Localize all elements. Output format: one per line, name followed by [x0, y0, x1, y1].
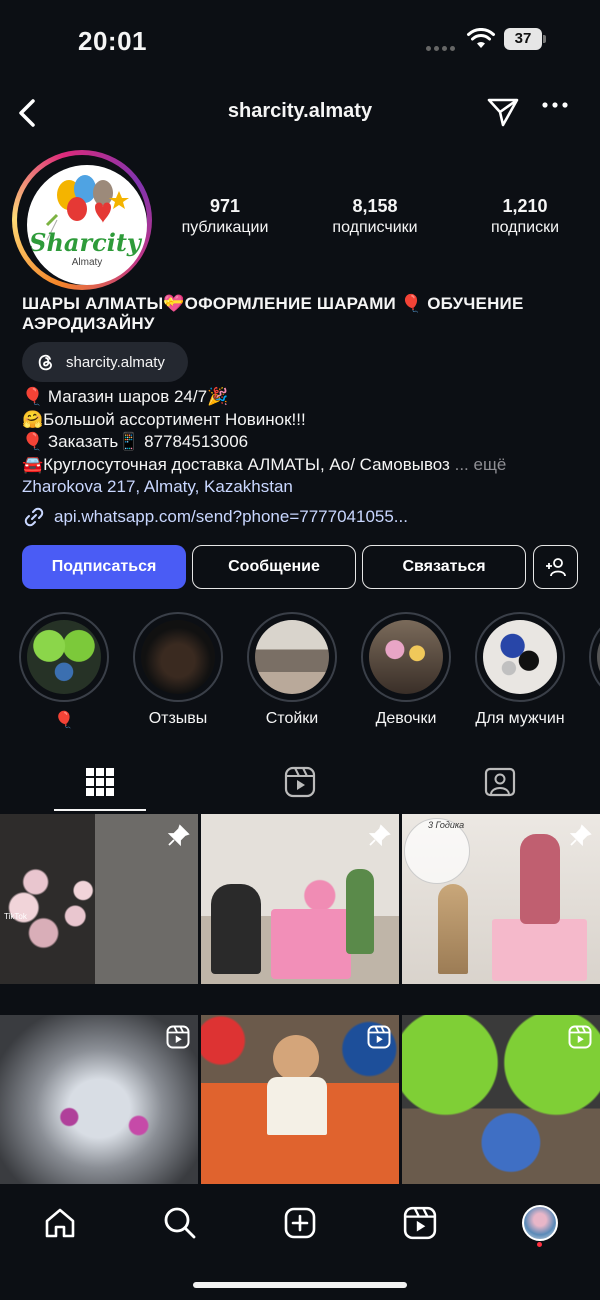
bottom-navigation	[0, 1184, 600, 1300]
highlight-label: Стойки	[265, 710, 319, 727]
contact-button[interactable]: Связаться	[362, 545, 526, 589]
highlight-label: Девочки	[375, 710, 437, 727]
wifi-icon	[467, 28, 495, 48]
nav-profile[interactable]	[510, 1198, 570, 1248]
tab-tagged[interactable]	[455, 752, 545, 812]
tab-grid[interactable]	[55, 752, 145, 812]
nav-search[interactable]	[150, 1198, 210, 1248]
notification-dot	[537, 1242, 542, 1247]
bio-line: 🎈 Магазин шаров 24/7🎉	[22, 387, 229, 406]
bio-line: 🚘Круглосуточная доставка АЛМАТЫ, Ао/ Сам…	[22, 454, 450, 474]
profile-tabs	[0, 752, 600, 812]
threads-icon	[38, 354, 52, 371]
tagged-icon	[484, 767, 516, 797]
post-thumbnail[interactable]	[402, 1015, 600, 1184]
nav-home[interactable]	[30, 1198, 90, 1248]
bio-line: 🤗Большой ассортимент Новинок!!!	[22, 409, 306, 429]
post-thumbnail[interactable]	[0, 1015, 198, 1184]
battery-level: 37	[504, 28, 542, 50]
highlight-item[interactable]: Стойки	[237, 612, 347, 728]
brand-logo-text: Sharcity	[29, 228, 143, 257]
story-highlights: 🎈 Отзывы Стойки Девочки Для мужчин	[0, 612, 600, 732]
highlight-item[interactable]: Отзывы	[123, 612, 233, 728]
highlight-item[interactable]: 🎈	[9, 612, 119, 730]
search-icon	[164, 1207, 196, 1239]
pin-icon	[167, 824, 190, 847]
profile-avatar-small	[522, 1205, 558, 1241]
pin-icon	[368, 824, 391, 847]
bio-line: 🎈 Заказать📱 87784513006	[22, 432, 249, 451]
post-thumbnail[interactable]: TikTok	[0, 814, 198, 984]
highlight-cover	[27, 620, 101, 694]
bio-line-wrap: 🚘Круглосуточная доставка АЛМАТЫ, Ао/ Сам…	[22, 454, 588, 477]
bio-more-link[interactable]: ... ещё	[455, 455, 507, 474]
reel-icon	[367, 1025, 391, 1049]
add-user-icon	[545, 558, 566, 577]
stat-value: 1,210	[502, 196, 548, 216]
highlight-cover	[141, 620, 215, 694]
follow-button[interactable]: Подписаться	[22, 545, 186, 589]
stat-label: публикации	[181, 219, 269, 236]
stat-value: 971	[209, 196, 241, 216]
reels-icon	[284, 766, 316, 798]
highlight-item[interactable]	[579, 612, 600, 702]
battery-icon: 37	[504, 28, 546, 50]
create-post-icon	[284, 1207, 316, 1239]
highlight-item[interactable]: Девочки	[351, 612, 461, 728]
post-thumbnail[interactable]	[201, 1015, 399, 1184]
nav-reels[interactable]	[390, 1198, 450, 1248]
highlight-label: 🎈	[54, 712, 74, 729]
highlight-cover	[369, 620, 443, 694]
brand-logo: Sharcity Almaty	[27, 165, 147, 285]
pin-icon	[569, 824, 592, 847]
post-thumbnail[interactable]	[201, 814, 399, 984]
highlight-cover	[483, 620, 557, 694]
profile-avatar[interactable]: Sharcity Almaty	[12, 150, 152, 290]
highlight-item[interactable]: Для мужчин	[465, 612, 575, 728]
more-options-icon[interactable]	[542, 100, 568, 110]
threads-handle: sharcity.almaty	[66, 353, 165, 371]
reel-icon	[166, 1025, 190, 1049]
external-link-text: api.whatsapp.com/send?phone=7777041055..…	[54, 507, 408, 526]
highlight-label: Отзывы	[148, 710, 208, 727]
post-overlay-text: 3 Годика	[428, 820, 465, 830]
stat-label: подписчики	[332, 219, 418, 236]
threads-badge[interactable]: sharcity.almaty	[22, 342, 188, 382]
active-tab-indicator	[54, 809, 146, 811]
tiktok-watermark: TikTok	[4, 912, 27, 921]
tab-reels[interactable]	[255, 752, 345, 812]
reel-icon	[568, 1025, 592, 1049]
status-bar: 20:01 37	[0, 0, 600, 80]
link-icon	[24, 507, 44, 527]
stat-label: подписки	[490, 219, 560, 236]
external-link[interactable]: api.whatsapp.com/send?phone=7777041055..…	[22, 505, 408, 529]
brand-logo-subtext: Almaty	[72, 257, 103, 268]
highlight-label: Для мужчин	[475, 710, 565, 727]
post-grid: TikTok 3 Годика	[0, 814, 600, 1184]
suggested-users-button[interactable]	[533, 545, 578, 589]
profile-header: sharcity.almaty	[0, 88, 600, 138]
share-icon[interactable]	[486, 96, 520, 128]
stat-following[interactable]: 1,210 подписки	[450, 196, 600, 237]
profile-stats: 971 публикации 8,158 подписчики 1,210 по…	[150, 196, 600, 237]
home-icon	[45, 1208, 75, 1238]
profile-display-name: ШАРЫ АЛМАТЫ💝ОФОРМЛЕНИЕ ШАРАМИ 🎈 ОБУЧЕНИЕ…	[22, 294, 524, 333]
highlight-cover	[255, 620, 329, 694]
reels-nav-icon	[403, 1206, 437, 1240]
status-time: 20:01	[78, 26, 147, 56]
stat-followers[interactable]: 8,158 подписчики	[300, 196, 450, 237]
grid-icon	[86, 768, 114, 796]
nav-create[interactable]	[270, 1198, 330, 1248]
stat-value: 8,158	[352, 196, 398, 216]
message-button[interactable]: Сообщение	[192, 545, 356, 589]
location-link[interactable]: Zharokova 217, Almaty, Kazakhstan	[22, 476, 588, 499]
bio-text: 🎈 Магазин шаров 24/7🎉 🤗Большой ассортиме…	[22, 386, 588, 499]
home-indicator	[193, 1282, 407, 1288]
signal-dots-icon	[426, 38, 458, 56]
stat-posts[interactable]: 971 публикации	[150, 196, 300, 237]
post-thumbnail[interactable]: 3 Годика	[402, 814, 600, 984]
